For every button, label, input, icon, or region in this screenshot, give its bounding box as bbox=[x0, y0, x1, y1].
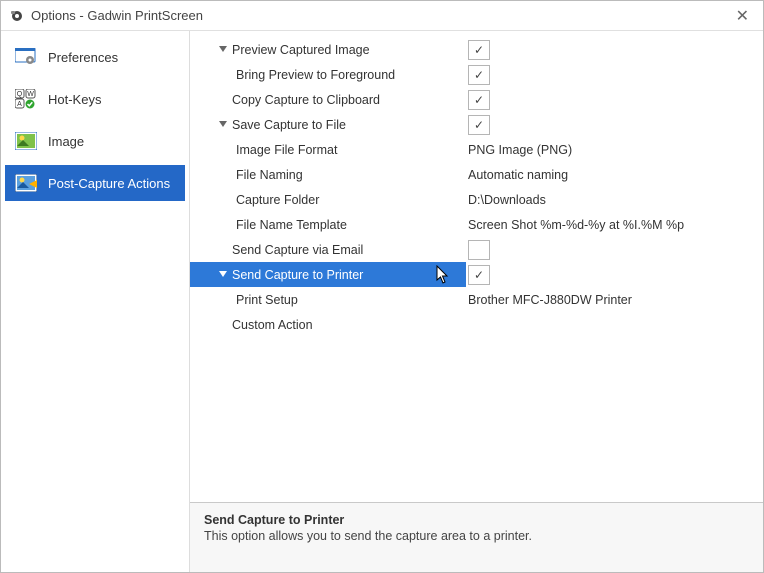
svg-text:W: W bbox=[27, 91, 34, 98]
option-value: Screen Shot %m-%d-%y at %I.%M %p bbox=[468, 218, 684, 232]
description-panel: Send Capture to Printer This option allo… bbox=[190, 502, 763, 572]
sidebar-item-hotkeys[interactable]: QWA Hot-Keys bbox=[5, 81, 185, 117]
row-bring-preview-foreground[interactable]: Bring Preview to Foreground bbox=[190, 62, 763, 87]
checkbox[interactable] bbox=[468, 90, 490, 110]
option-value: Brother MFC-J880DW Printer bbox=[468, 293, 632, 307]
description-text: This option allows you to send the captu… bbox=[204, 529, 749, 543]
titlebar: Options - Gadwin PrintScreen ✕ bbox=[1, 1, 763, 31]
image-icon bbox=[14, 131, 38, 151]
option-label: File Naming bbox=[236, 168, 303, 182]
sidebar-item-post-capture-actions[interactable]: Post-Capture Actions bbox=[5, 165, 185, 201]
main-panel: Preview Captured Image Bring Preview to … bbox=[189, 31, 763, 572]
sidebar-item-preferences[interactable]: Preferences bbox=[5, 39, 185, 75]
post-capture-icon bbox=[14, 173, 38, 193]
row-send-printer[interactable]: Send Capture to Printer bbox=[190, 262, 763, 287]
checkbox[interactable] bbox=[468, 240, 490, 260]
app-icon bbox=[9, 8, 25, 24]
option-value: D:\Downloads bbox=[468, 193, 546, 207]
option-label: Send Capture to Printer bbox=[232, 268, 363, 282]
options-window: Options - Gadwin PrintScreen ✕ Preferenc… bbox=[0, 0, 764, 573]
hotkeys-icon: QWA bbox=[14, 89, 38, 109]
sidebar-item-label: Post-Capture Actions bbox=[48, 176, 170, 191]
sidebar-item-label: Preferences bbox=[48, 50, 118, 65]
checkbox[interactable] bbox=[468, 65, 490, 85]
row-file-naming[interactable]: File Naming Automatic naming bbox=[190, 162, 763, 187]
option-label: Image File Format bbox=[236, 143, 337, 157]
row-image-file-format[interactable]: Image File Format PNG Image (PNG) bbox=[190, 137, 763, 162]
row-send-email[interactable]: Send Capture via Email bbox=[190, 237, 763, 262]
options-list: Preview Captured Image Bring Preview to … bbox=[190, 31, 763, 502]
row-print-setup[interactable]: Print Setup Brother MFC-J880DW Printer bbox=[190, 287, 763, 312]
preferences-icon bbox=[14, 47, 38, 67]
option-label: Save Capture to File bbox=[232, 118, 346, 132]
option-label: Bring Preview to Foreground bbox=[236, 68, 395, 82]
option-label: Print Setup bbox=[236, 293, 298, 307]
option-label: Preview Captured Image bbox=[232, 43, 370, 57]
window-title: Options - Gadwin PrintScreen bbox=[31, 8, 203, 23]
chevron-down-icon[interactable] bbox=[216, 43, 230, 57]
checkbox[interactable] bbox=[468, 115, 490, 135]
cursor-icon bbox=[436, 265, 450, 288]
option-value: PNG Image (PNG) bbox=[468, 143, 572, 157]
checkbox[interactable] bbox=[468, 265, 490, 285]
row-copy-clipboard[interactable]: Copy Capture to Clipboard bbox=[190, 87, 763, 112]
option-value: Automatic naming bbox=[468, 168, 568, 182]
row-preview-captured-image[interactable]: Preview Captured Image bbox=[190, 37, 763, 62]
option-label: Capture Folder bbox=[236, 193, 319, 207]
sidebar: Preferences QWA Hot-Keys Image Post-Capt… bbox=[1, 31, 189, 572]
row-custom-action[interactable]: Custom Action bbox=[190, 312, 763, 337]
chevron-down-icon[interactable] bbox=[216, 268, 230, 282]
row-file-name-template[interactable]: File Name Template Screen Shot %m-%d-%y … bbox=[190, 212, 763, 237]
option-label: Custom Action bbox=[232, 318, 313, 332]
option-label: File Name Template bbox=[236, 218, 347, 232]
option-label: Copy Capture to Clipboard bbox=[232, 93, 380, 107]
svg-text:Q: Q bbox=[17, 91, 23, 98]
sidebar-item-image[interactable]: Image bbox=[5, 123, 185, 159]
row-capture-folder[interactable]: Capture Folder D:\Downloads bbox=[190, 187, 763, 212]
option-label: Send Capture via Email bbox=[232, 243, 363, 257]
description-title: Send Capture to Printer bbox=[204, 513, 749, 527]
chevron-down-icon[interactable] bbox=[216, 118, 230, 132]
checkbox[interactable] bbox=[468, 40, 490, 60]
sidebar-item-label: Image bbox=[48, 134, 84, 149]
window-body: Preferences QWA Hot-Keys Image Post-Capt… bbox=[1, 31, 763, 572]
close-button[interactable]: ✕ bbox=[730, 4, 755, 28]
row-save-to-file[interactable]: Save Capture to File bbox=[190, 112, 763, 137]
sidebar-item-label: Hot-Keys bbox=[48, 92, 101, 107]
svg-text:A: A bbox=[17, 101, 22, 108]
